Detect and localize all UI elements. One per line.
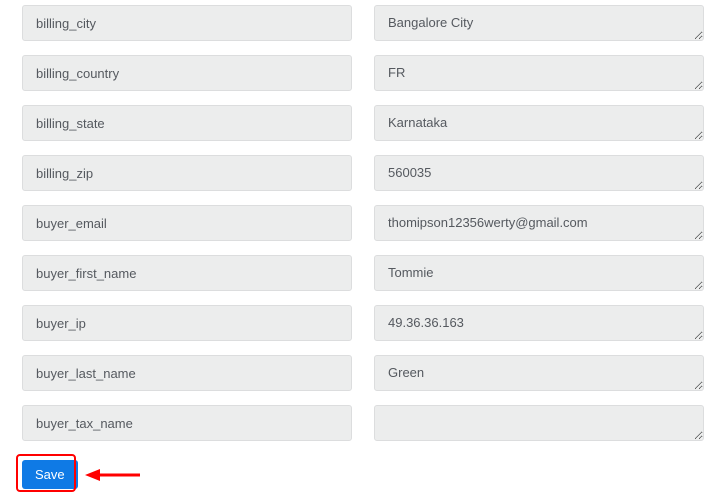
field-row <box>22 105 704 144</box>
field-key-cell <box>22 405 352 444</box>
form-footer: Save <box>22 460 78 489</box>
field-key-input[interactable] <box>22 5 352 41</box>
annotation-arrow-icon <box>85 468 140 485</box>
field-row <box>22 205 704 244</box>
field-value-input[interactable] <box>374 55 704 91</box>
app-viewport: Save <box>0 0 726 500</box>
field-key-input[interactable] <box>22 205 352 241</box>
field-value-cell <box>374 55 704 94</box>
field-row <box>22 355 704 394</box>
field-key-cell <box>22 255 352 294</box>
field-row <box>22 155 704 194</box>
field-key-input[interactable] <box>22 55 352 91</box>
field-value-input[interactable] <box>374 405 704 441</box>
field-key-input[interactable] <box>22 355 352 391</box>
field-key-input[interactable] <box>22 305 352 341</box>
field-row <box>22 5 704 44</box>
field-value-cell <box>374 155 704 194</box>
field-row <box>22 55 704 94</box>
field-key-cell <box>22 5 352 44</box>
field-key-cell <box>22 155 352 194</box>
field-value-input[interactable] <box>374 105 704 141</box>
field-key-input[interactable] <box>22 255 352 291</box>
form-scroll-area[interactable] <box>0 0 726 457</box>
field-value-cell <box>374 255 704 294</box>
field-key-input[interactable] <box>22 405 352 441</box>
field-row <box>22 305 704 344</box>
field-row <box>22 255 704 294</box>
field-key-input[interactable] <box>22 105 352 141</box>
field-value-cell <box>374 355 704 394</box>
field-key-cell <box>22 305 352 344</box>
field-value-cell <box>374 105 704 144</box>
field-key-input[interactable] <box>22 155 352 191</box>
field-value-input[interactable] <box>374 205 704 241</box>
field-value-input[interactable] <box>374 255 704 291</box>
field-value-cell <box>374 205 704 244</box>
field-row <box>22 405 704 444</box>
field-value-input[interactable] <box>374 355 704 391</box>
field-key-cell <box>22 55 352 94</box>
field-key-cell <box>22 355 352 394</box>
field-key-cell <box>22 205 352 244</box>
save-button[interactable]: Save <box>22 460 78 489</box>
field-value-cell <box>374 405 704 444</box>
field-value-input[interactable] <box>374 305 704 341</box>
field-value-input[interactable] <box>374 155 704 191</box>
field-value-cell <box>374 5 704 44</box>
field-value-input[interactable] <box>374 5 704 41</box>
form-rows <box>22 0 704 457</box>
field-value-cell <box>374 305 704 344</box>
field-key-cell <box>22 105 352 144</box>
